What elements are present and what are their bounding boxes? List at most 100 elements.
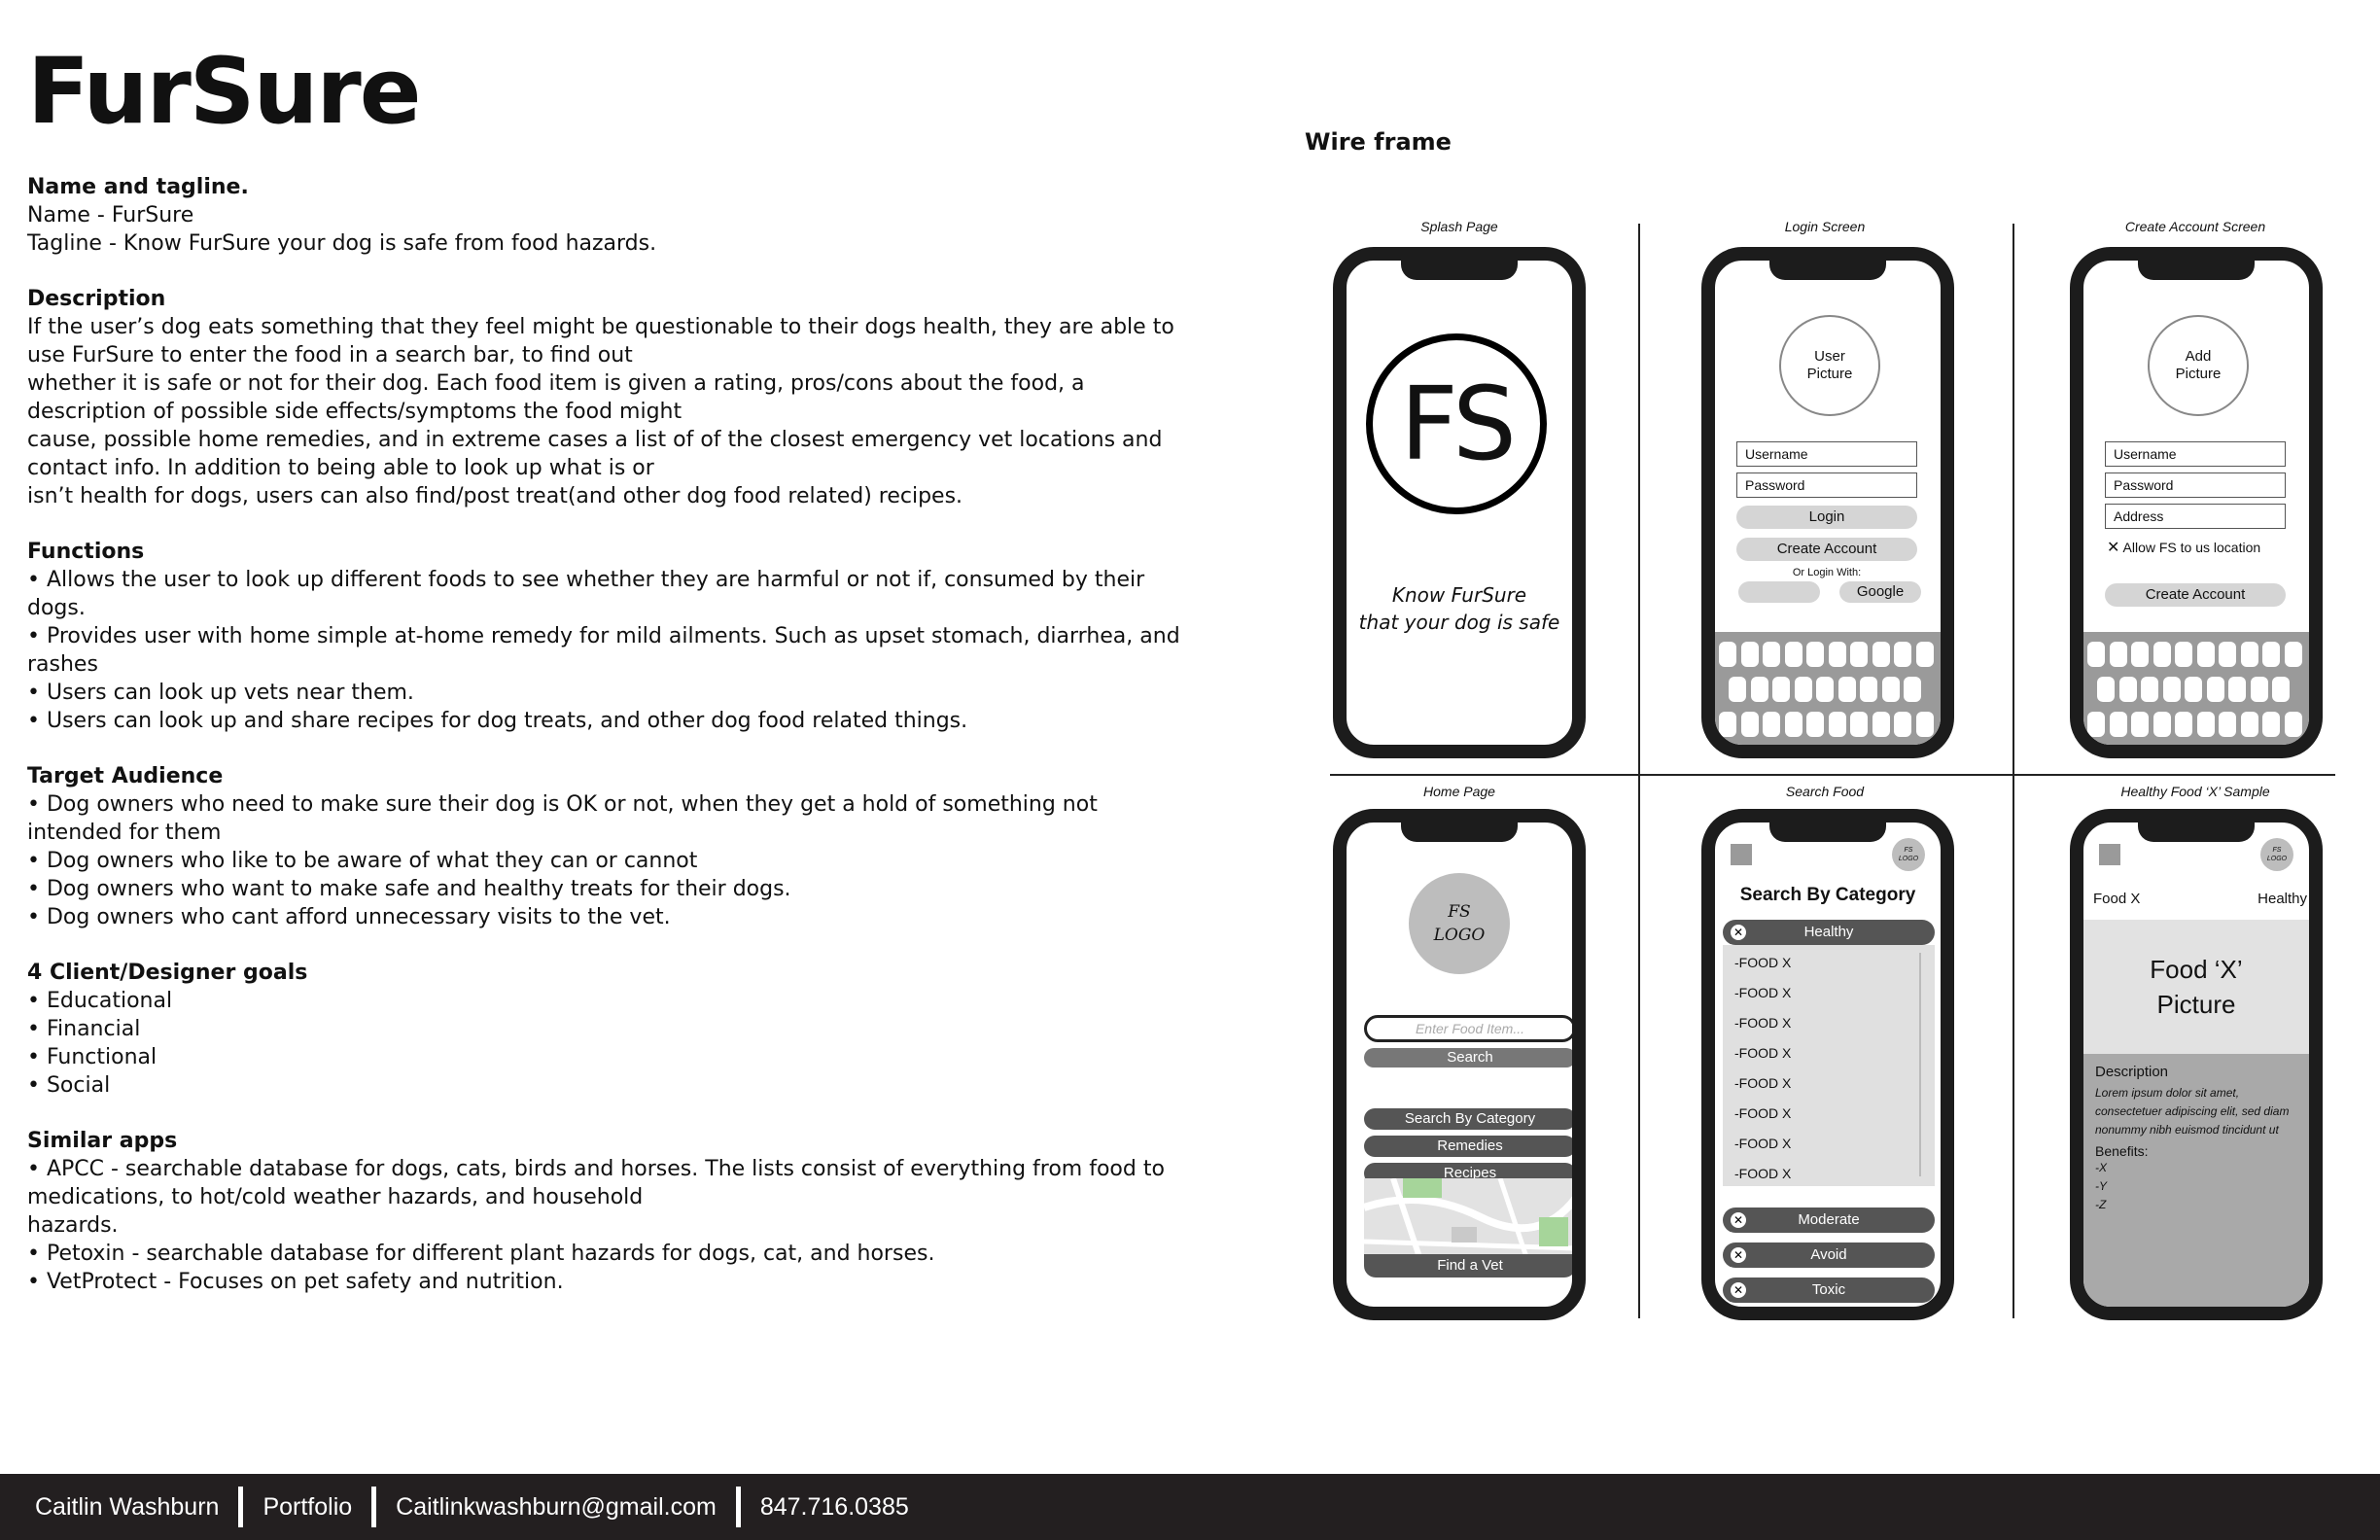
benefit-item: -X bbox=[2095, 1161, 2107, 1174]
keyboard-key[interactable] bbox=[2219, 712, 2236, 737]
search-button[interactable]: Search bbox=[1364, 1048, 1572, 1068]
keyboard-key[interactable] bbox=[1719, 642, 1736, 667]
add-picture[interactable]: Add Picture bbox=[2148, 315, 2249, 416]
keyboard-key[interactable] bbox=[1915, 712, 1934, 737]
keyboard-key[interactable] bbox=[2109, 642, 2127, 667]
brief-section: Description If the user’s dog eats someth… bbox=[27, 285, 1194, 510]
list-item[interactable]: -FOOD X bbox=[1734, 1105, 1791, 1121]
keyboard-key[interactable] bbox=[2118, 677, 2137, 702]
address-field[interactable]: Address bbox=[2105, 504, 2286, 529]
keyboard-key[interactable] bbox=[2097, 677, 2115, 702]
avoid-category[interactable]: ✕ Avoid bbox=[1723, 1242, 1935, 1268]
keyboard-key[interactable] bbox=[1784, 712, 1802, 737]
keyboard-key[interactable] bbox=[2175, 642, 2192, 667]
keyboard-key[interactable] bbox=[2196, 642, 2215, 667]
keyboard-key[interactable] bbox=[2131, 642, 2149, 667]
keyboard-key[interactable] bbox=[1763, 712, 1780, 737]
caption-home: Home Page bbox=[1423, 784, 1495, 799]
keyboard-key[interactable] bbox=[2175, 712, 2192, 737]
menu-icon[interactable] bbox=[1731, 844, 1752, 865]
keyboard-key[interactable] bbox=[1772, 677, 1790, 702]
keyboard-key[interactable] bbox=[2152, 642, 2171, 667]
scrollbar[interactable] bbox=[1919, 953, 1921, 1176]
food-search-input[interactable]: Enter Food Item... bbox=[1364, 1015, 1572, 1042]
toxic-category[interactable]: ✕ Toxic bbox=[1723, 1278, 1935, 1303]
list-item[interactable]: -FOOD X bbox=[1734, 955, 1791, 970]
keyboard-key[interactable] bbox=[2262, 642, 2280, 667]
description-heading: Description bbox=[2095, 1064, 2169, 1080]
keyboard-key[interactable] bbox=[1740, 712, 1759, 737]
keyboard-key[interactable] bbox=[2250, 677, 2268, 702]
keyboard-key[interactable] bbox=[1850, 712, 1868, 737]
keyboard-key[interactable] bbox=[1806, 712, 1824, 737]
password-field[interactable]: Password bbox=[2105, 472, 2286, 498]
keyboard-key[interactable] bbox=[1806, 642, 1824, 667]
user-picture[interactable]: User Picture bbox=[1779, 315, 1880, 416]
map-view[interactable] bbox=[1364, 1178, 1572, 1266]
keyboard-key[interactable] bbox=[2272, 677, 2290, 702]
keyboard-key[interactable] bbox=[2284, 712, 2302, 737]
healthy-category[interactable]: ✕ Healthy bbox=[1723, 920, 1935, 945]
moderate-category[interactable]: ✕ Moderate bbox=[1723, 1208, 1935, 1233]
keyboard-key[interactable] bbox=[1850, 642, 1868, 667]
keyboard-key[interactable] bbox=[2228, 677, 2246, 702]
keyboard-key[interactable] bbox=[1828, 712, 1846, 737]
keyboard-key[interactable] bbox=[2219, 642, 2236, 667]
keyboard-key[interactable] bbox=[1828, 642, 1846, 667]
keyboard-key[interactable] bbox=[2196, 712, 2215, 737]
keyboard-key[interactable] bbox=[2087, 642, 2105, 667]
keyboard-key[interactable] bbox=[2284, 642, 2302, 667]
keyboard-key[interactable] bbox=[1729, 677, 1746, 702]
footer-bar: Caitlin Washburn Portfolio Caitlinkwashb… bbox=[0, 1474, 2380, 1540]
keyboard-key[interactable] bbox=[1838, 677, 1856, 702]
keyboard-key[interactable] bbox=[1740, 642, 1759, 667]
list-item[interactable]: -FOOD X bbox=[1734, 1075, 1791, 1091]
keyboard-key[interactable] bbox=[1816, 677, 1834, 702]
keyboard-key[interactable] bbox=[1872, 642, 1890, 667]
location-checkbox[interactable]: ✕ Allow FS to us location bbox=[2107, 538, 2260, 557]
keyboard-key[interactable] bbox=[2206, 677, 2224, 702]
find-a-vet-button[interactable]: Find a Vet bbox=[1364, 1254, 1572, 1278]
keyboard-key[interactable] bbox=[2087, 712, 2105, 737]
list-item[interactable]: -FOOD X bbox=[1734, 1136, 1791, 1151]
alt-login-button[interactable] bbox=[1738, 581, 1820, 603]
list-item[interactable]: -FOOD X bbox=[1734, 985, 1791, 1000]
remedies-button[interactable]: Remedies bbox=[1364, 1136, 1572, 1157]
create-account-button[interactable]: Create Account bbox=[2105, 583, 2286, 607]
keyboard-key[interactable] bbox=[1719, 712, 1736, 737]
username-field[interactable]: Username bbox=[1736, 441, 1917, 467]
list-item[interactable]: -FOOD X bbox=[1734, 1166, 1791, 1181]
keyboard-key[interactable] bbox=[2152, 712, 2171, 737]
keyboard-key[interactable] bbox=[1915, 642, 1934, 667]
keyboard-key[interactable] bbox=[1881, 677, 1900, 702]
login-button[interactable]: Login bbox=[1736, 506, 1917, 529]
keyboard-key[interactable] bbox=[1750, 677, 1768, 702]
keyboard-key[interactable] bbox=[1894, 712, 1911, 737]
keyboard-key[interactable] bbox=[2185, 677, 2202, 702]
keyboard-key[interactable] bbox=[2162, 677, 2181, 702]
caption-create: Create Account Screen bbox=[2124, 219, 2266, 234]
keyboard-key[interactable] bbox=[2240, 642, 2258, 667]
list-item[interactable]: -FOOD X bbox=[1734, 1045, 1791, 1061]
username-field[interactable]: Username bbox=[2105, 441, 2286, 467]
keyboard-key[interactable] bbox=[2240, 712, 2258, 737]
menu-icon[interactable] bbox=[2099, 844, 2120, 865]
keyboard-key[interactable] bbox=[2262, 712, 2280, 737]
portfolio-link[interactable]: Portfolio bbox=[243, 1493, 371, 1522]
keyboard-key[interactable] bbox=[2131, 712, 2149, 737]
keyboard-key[interactable] bbox=[1860, 677, 1877, 702]
email-link[interactable]: Caitlinkwashburn@gmail.com bbox=[376, 1493, 736, 1522]
keyboard-key[interactable] bbox=[2109, 712, 2127, 737]
create-account-button[interactable]: Create Account bbox=[1736, 538, 1917, 561]
list-item[interactable]: -FOOD X bbox=[1734, 1015, 1791, 1031]
keyboard-key[interactable] bbox=[1904, 677, 1921, 702]
keyboard-key[interactable] bbox=[1894, 642, 1911, 667]
google-login-button[interactable]: Google bbox=[1839, 581, 1921, 603]
keyboard-key[interactable] bbox=[1784, 642, 1802, 667]
keyboard-key[interactable] bbox=[1763, 642, 1780, 667]
password-field[interactable]: Password bbox=[1736, 472, 1917, 498]
keyboard-key[interactable] bbox=[1872, 712, 1890, 737]
keyboard-key[interactable] bbox=[1794, 677, 1812, 702]
search-by-category-button[interactable]: Search By Category bbox=[1364, 1108, 1572, 1130]
keyboard-key[interactable] bbox=[2141, 677, 2158, 702]
